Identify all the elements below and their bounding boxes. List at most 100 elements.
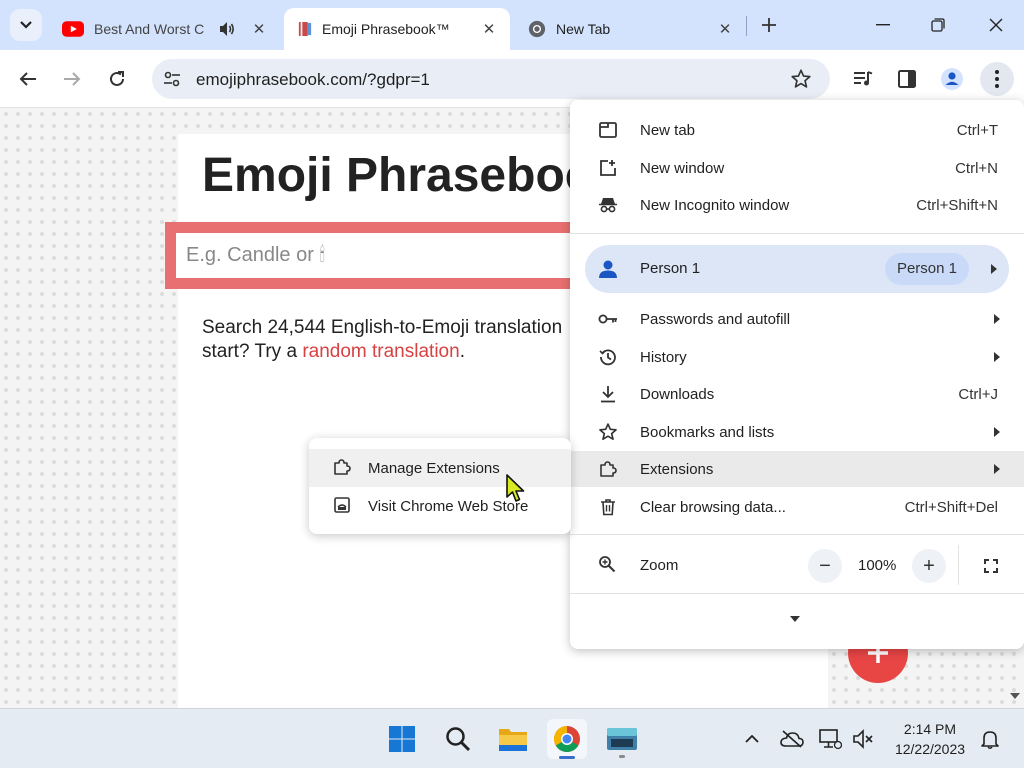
history-icon [598,347,618,367]
close-window-button[interactable] [981,10,1011,40]
shortcut-text: Ctrl+T [956,121,998,139]
menu-item-passwords[interactable]: Passwords and autofill [570,301,1024,337]
restore-button[interactable] [923,10,953,40]
chevron-up-icon [745,735,759,743]
menu-item-incognito[interactable]: New Incognito window Ctrl+Shift+N [570,187,1024,223]
menu-item-clear-browsing-data[interactable]: Clear browsing data... Ctrl+Shift+Del [570,489,1024,525]
tab-search-button[interactable] [10,9,42,41]
side-panel-icon [898,70,916,88]
clock-date: 12/22/2023 [894,741,966,757]
zoom-divider [958,545,959,585]
search-button[interactable] [438,719,478,759]
tab-strip: Best And Worst C ✕ Emoji Phrasebook™ ✕ N… [0,0,1024,50]
address-bar[interactable]: emojiphrasebook.com/?gdpr=1 [152,59,830,99]
submenu-item-web-store[interactable]: Visit Chrome Web Store [309,487,571,525]
more-vert-icon [995,70,999,88]
notifications-button[interactable] [978,727,1002,751]
tab-youtube[interactable]: Best And Worst C ✕ [48,8,280,50]
new-tab-button[interactable] [756,12,782,38]
back-button[interactable] [11,62,45,96]
menu-item-profile[interactable]: Person 1 Person 1 [585,245,1009,293]
zoom-level: 100% [858,557,897,574]
close-icon[interactable]: ✕ [480,20,498,38]
person-icon [941,68,963,90]
plus-icon [762,18,776,32]
media-controls-button[interactable] [846,62,880,96]
clock-time: 2:14 PM [903,721,957,737]
file-explorer-button[interactable] [493,719,533,759]
menu-item-label: New Incognito window [640,196,790,214]
chrome-taskbar-button[interactable] [547,719,587,759]
menu-item-extensions[interactable]: Extensions [570,451,1024,487]
random-translation-link[interactable]: random translation [302,341,459,362]
network-icon [819,729,842,750]
submenu-item-manage-extensions[interactable]: Manage Extensions [309,449,571,487]
onedrive-button[interactable] [780,727,804,751]
fullscreen-button[interactable] [974,549,1008,583]
search-input[interactable] [176,233,625,278]
tab-title: New Tab [556,21,611,37]
folder-icon [499,729,527,751]
keyboard-app-button[interactable] [602,719,642,759]
cloud-offline-icon [780,730,804,748]
volume-button[interactable] [851,727,875,751]
tab-emoji-phrasebook[interactable]: Emoji Phrasebook™ ✕ [284,8,510,50]
zoom-out-button[interactable]: − [808,549,842,583]
running-indicator [619,755,625,758]
url-text[interactable]: emojiphrasebook.com/?gdpr=1 [196,70,430,90]
reload-icon [110,71,124,86]
menu-item-label: New tab [640,121,696,139]
menu-item-new-tab[interactable]: New tab Ctrl+T [570,112,1024,148]
menu-item-history[interactable]: History [570,339,1024,375]
description-text-line2: start? Try a [202,341,303,362]
book-icon [298,22,312,36]
minimize-button[interactable] [868,10,898,40]
tab-title: Best And Worst C [94,21,205,37]
submenu-arrow-icon [994,352,1000,362]
more-options-arrow[interactable] [790,616,800,622]
windows-icon [389,726,415,752]
menu-item-bookmarks[interactable]: Bookmarks and lists [570,414,1024,450]
profile-button[interactable] [935,62,969,96]
menu-item-label: Downloads [640,385,715,403]
menu-item-downloads[interactable]: Downloads Ctrl+J [570,376,1024,412]
tab-new-tab[interactable]: New Tab ✕ [514,8,746,50]
shortcut-text: Ctrl+Shift+N [916,196,998,214]
star-icon[interactable] [790,68,812,90]
menu-divider [570,534,1024,535]
reload-button[interactable] [100,62,134,96]
youtube-icon [62,21,84,37]
fullscreen-icon [984,559,998,573]
page-title: Emoji Phraseboo [202,149,595,202]
puzzle-icon [333,458,351,480]
scroll-down-arrow[interactable] [1010,693,1020,699]
forward-button[interactable] [55,62,89,96]
close-icon[interactable]: ✕ [716,20,734,38]
side-panel-button[interactable] [890,62,924,96]
shortcut-text: Ctrl+J [958,385,998,403]
arrow-right-icon [64,72,81,86]
chrome-icon [553,726,580,753]
start-button[interactable] [382,719,422,759]
menu-item-label: Bookmarks and lists [640,423,775,441]
submenu-item-label: Manage Extensions [368,459,500,477]
menu-item-label: Passwords and autofill [640,310,791,328]
tab-separator [746,16,747,36]
zoom-in-button[interactable]: + [912,549,946,583]
restore-icon [931,18,945,32]
close-icon[interactable]: ✕ [250,20,268,38]
network-button[interactable] [818,727,842,751]
site-info-icon[interactable] [162,69,182,89]
active-indicator [559,756,575,759]
bell-icon [981,731,999,749]
profile-name: Person 1 [640,260,701,277]
shortcut-text: Ctrl+N [955,159,998,177]
system-clock[interactable]: 2:14 PM 12/22/2023 [888,719,972,759]
shortcut-text: Ctrl+Shift+Del [904,498,998,516]
speaker-icon[interactable] [218,21,236,37]
menu-button[interactable] [980,62,1014,96]
incognito-icon [598,195,618,215]
menu-item-new-window[interactable]: New window Ctrl+N [570,150,1024,186]
playlist-icon [854,71,873,86]
show-hidden-icons-button[interactable] [740,727,764,751]
